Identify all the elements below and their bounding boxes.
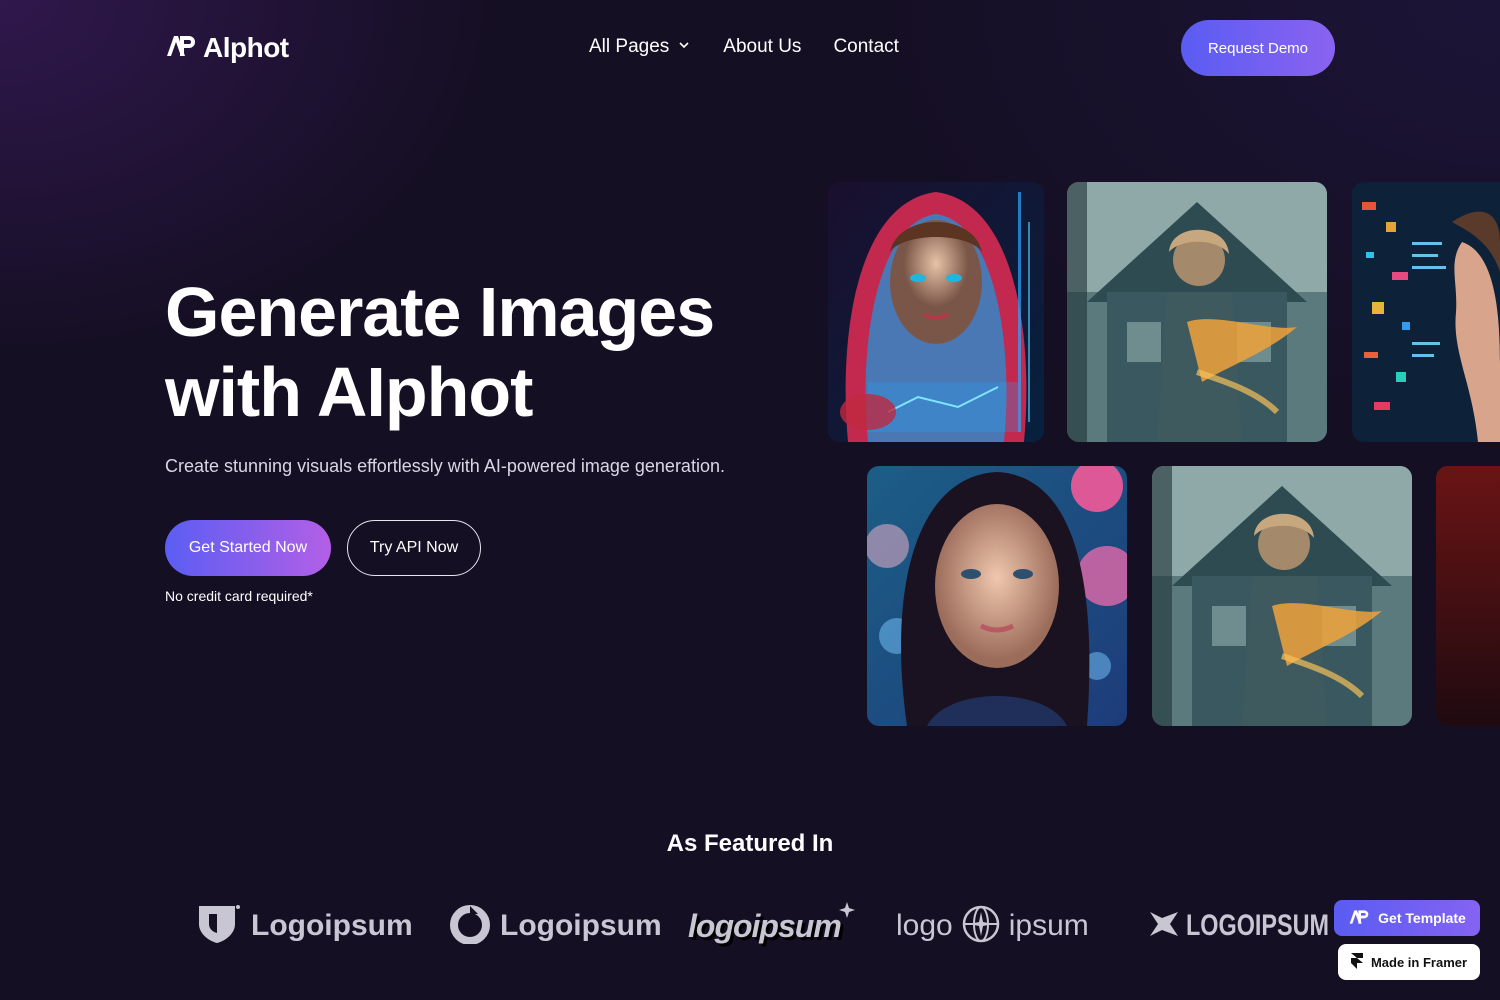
hero-subtitle: Create stunning visuals effortlessly wit… <box>165 456 725 476</box>
brand-logo-1: Logoipsum <box>197 900 413 952</box>
shield-logo-icon <box>197 904 241 949</box>
no-credit-card-note: No credit card required* <box>165 588 313 604</box>
brand-logo-2: Logoipsum <box>450 900 662 952</box>
get-started-button[interactable]: Get Started Now <box>165 520 331 576</box>
hero-title-line-2: with AIphot <box>165 353 533 431</box>
nav-links: All Pages About Us Contact <box>589 36 899 58</box>
globe-logo-icon <box>961 904 1001 949</box>
hero-title-line-1: Generate Images <box>165 273 715 351</box>
featured-title: As Featured In <box>666 830 834 857</box>
brand-logo-4: logo ipsum <box>896 900 1089 952</box>
top-navigation: Alphot All Pages About Us Contact Reques… <box>0 0 1500 96</box>
get-template-label: Get Template <box>1378 910 1466 926</box>
woman-house-double-exposure-image-2[interactable] <box>1152 466 1412 726</box>
nav-link-about-us[interactable]: About Us <box>723 36 801 58</box>
nav-link-all-pages[interactable]: All Pages <box>589 36 691 58</box>
brand-text: Logoipsum <box>251 909 413 942</box>
request-demo-button[interactable]: Request Demo <box>1181 20 1335 76</box>
nav-link-label: About Us <box>723 36 802 57</box>
brand-text-left: logo <box>896 909 953 942</box>
made-in-framer-badge[interactable]: Made in Framer <box>1338 944 1480 980</box>
try-api-button[interactable]: Try API Now <box>347 520 481 576</box>
woman-code-lights-image[interactable] <box>1352 182 1500 442</box>
brand-text: LOGOIPSUM <box>1186 909 1330 942</box>
logo-text: Alphot <box>203 32 289 63</box>
alphot-logo-icon <box>165 34 197 63</box>
bird-logo-icon <box>1148 908 1180 945</box>
chevron-down-icon <box>677 36 691 58</box>
ring-logo-icon <box>450 904 490 949</box>
brand-text: logoipsum <box>688 907 842 944</box>
nav-link-label: All Pages <box>589 36 670 57</box>
hero-title: Generate Images with AIphot <box>165 272 805 432</box>
nav-link-label: Contact <box>833 36 899 57</box>
brand-logo[interactable]: Alphot <box>165 32 289 64</box>
brand-logo-3: logoipsum <box>688 900 855 952</box>
alphot-logo-icon <box>1348 909 1370 928</box>
red-partial-image[interactable] <box>1436 466 1500 726</box>
brand-text: Logoipsum <box>500 909 662 942</box>
hooded-woman-tech-image[interactable] <box>828 182 1044 442</box>
get-template-badge[interactable]: Get Template <box>1334 900 1480 936</box>
made-in-framer-label: Made in Framer <box>1370 954 1468 970</box>
woman-portrait-bokeh-image[interactable] <box>867 466 1127 726</box>
framer-icon <box>1350 952 1363 972</box>
star-sparkle-icon <box>838 901 855 923</box>
brand-text-right: ipsum <box>1008 909 1089 942</box>
nav-link-contact[interactable]: Contact <box>833 36 898 58</box>
woman-house-double-exposure-image[interactable] <box>1067 182 1327 442</box>
